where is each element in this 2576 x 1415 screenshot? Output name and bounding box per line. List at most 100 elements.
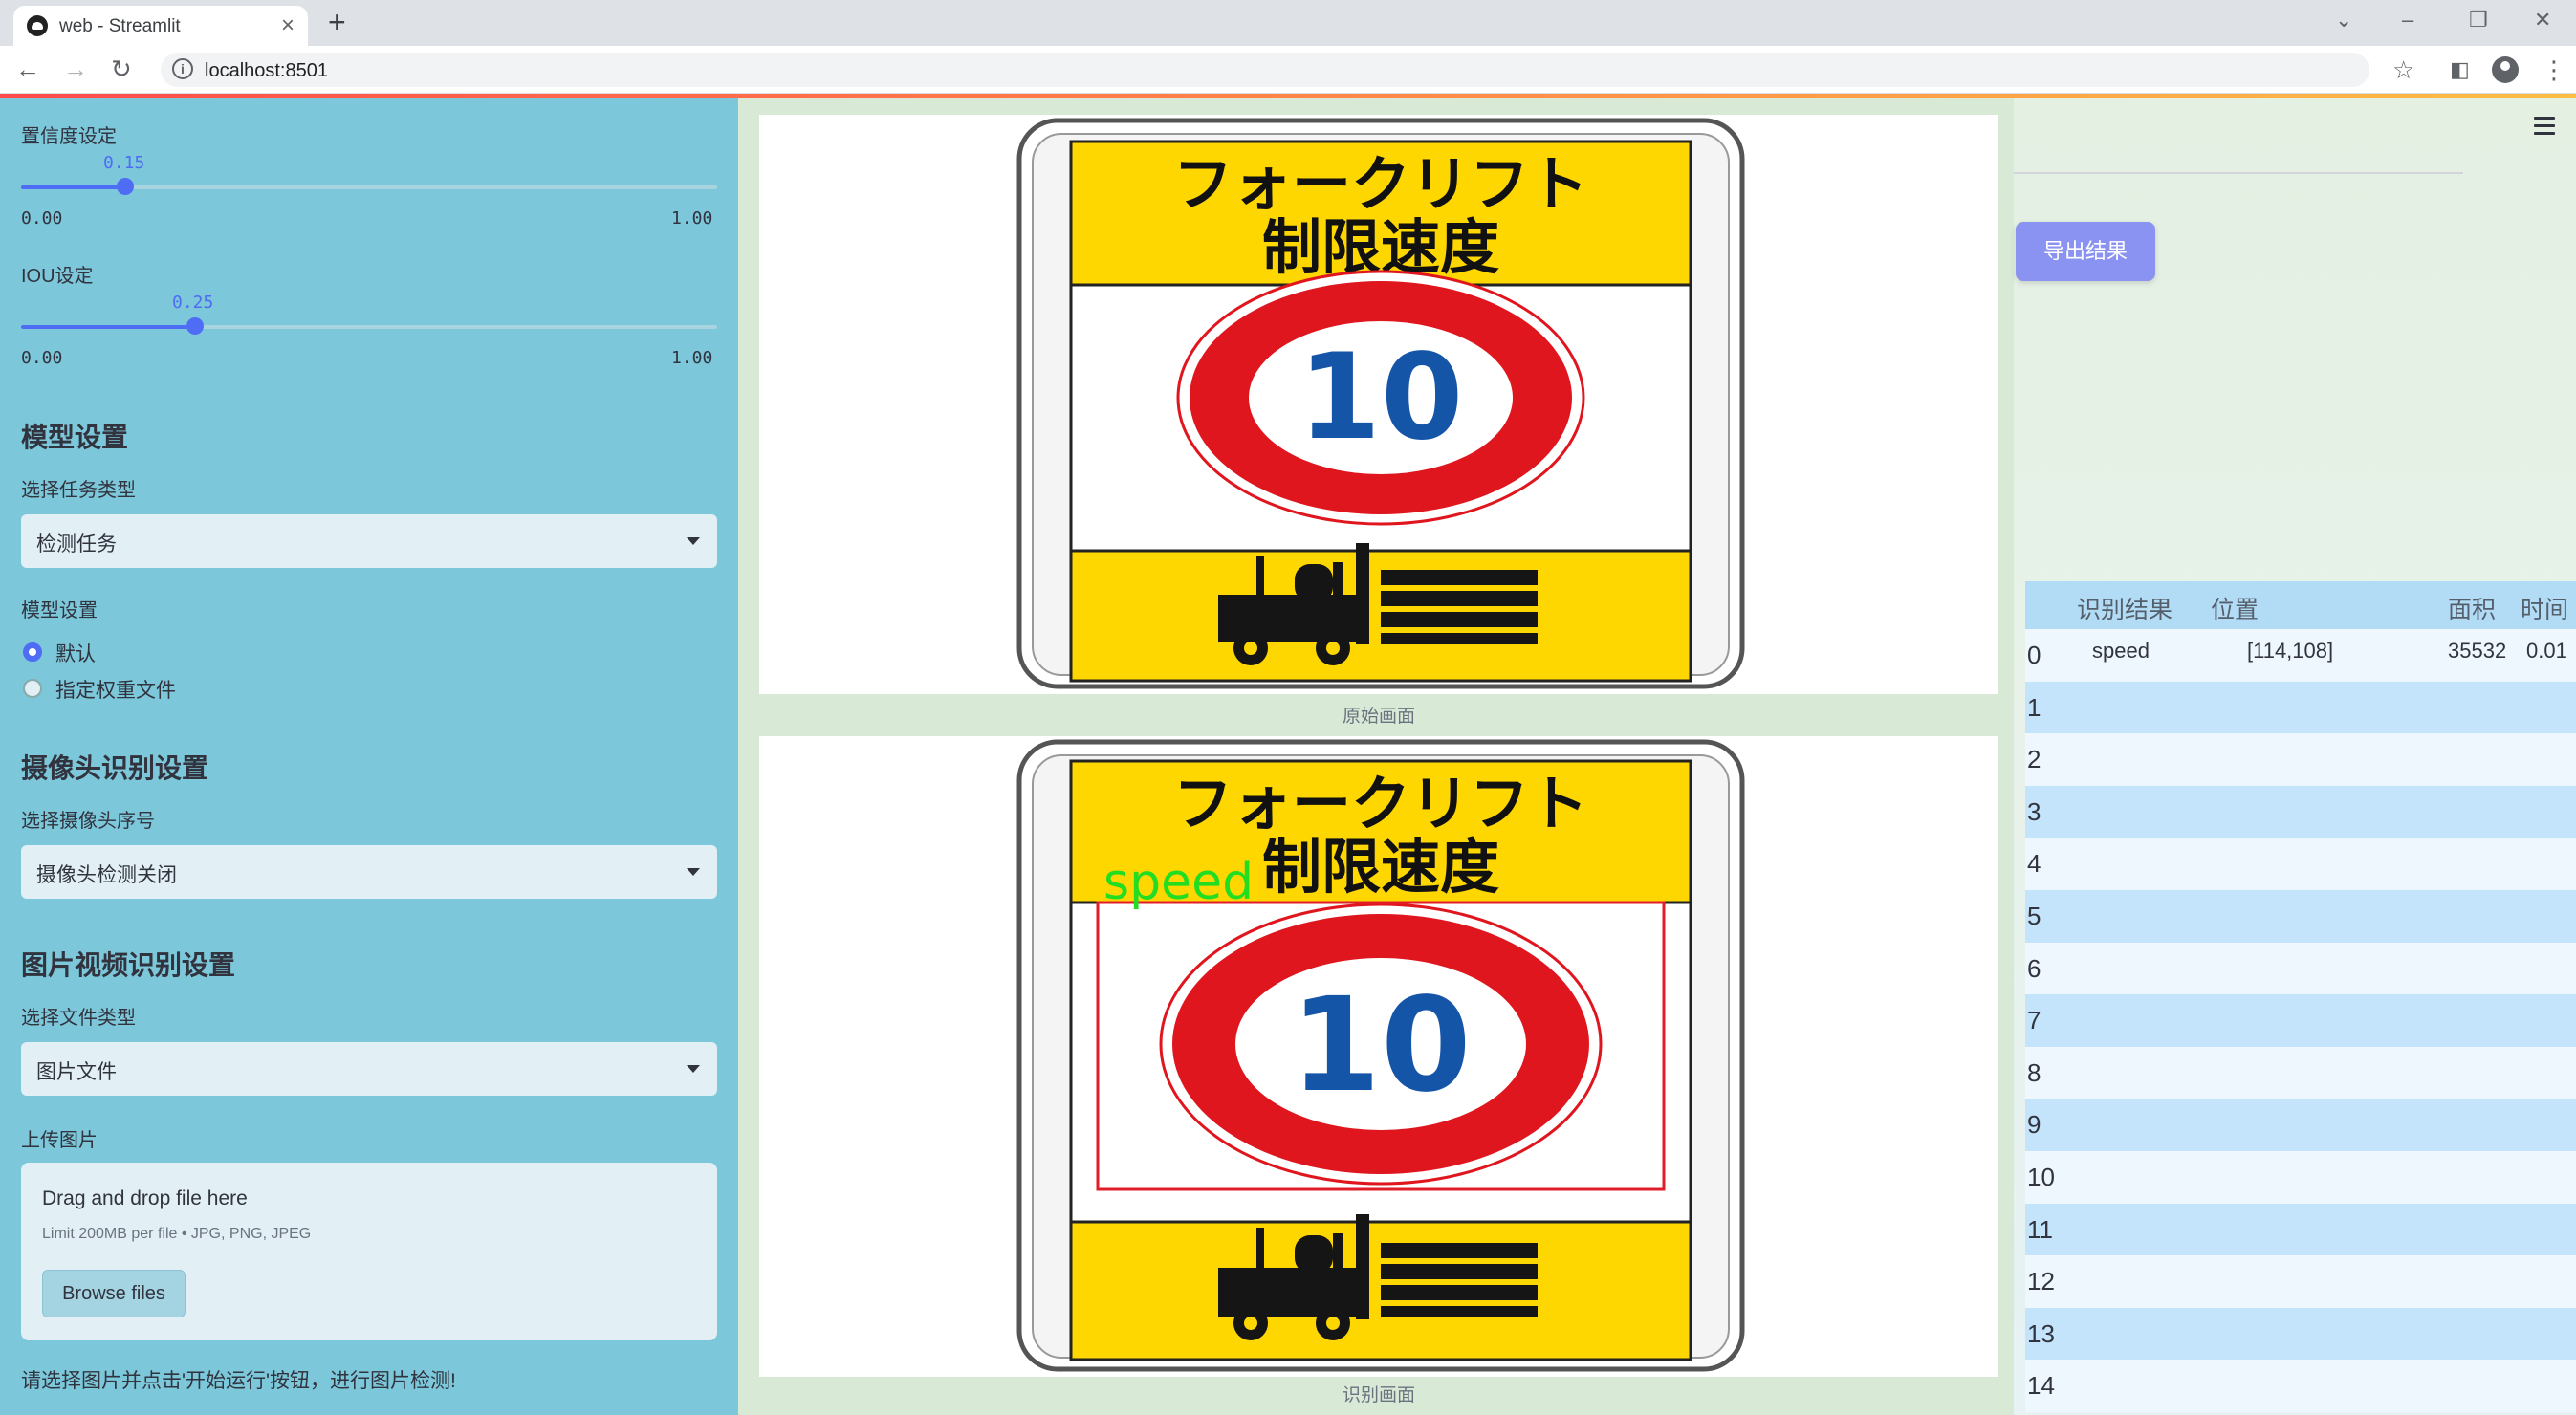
iou-slider[interactable] [21,317,717,335]
row-index: 14 [2027,1371,2055,1401]
chevron-down-icon [687,868,700,876]
tab-search-chevron-icon[interactable]: ⌄ [2335,8,2352,33]
address-bar[interactable]: i localhost:8501 [161,53,2369,87]
url-text[interactable]: localhost:8501 [205,60,328,82]
radio-custom-weights[interactable] [23,679,42,698]
cell-area: 35532 [2448,639,2507,663]
upload-label: 上传图片 [21,1130,98,1151]
sign-speed-number: 10 [1299,329,1464,467]
file-uploader-dropzone[interactable]: Drag and drop file here Limit 200MB per … [21,1163,717,1340]
table-header-row: 识别结果 位置 面积 时间 [2025,581,2576,629]
row-index: 13 [2027,1318,2055,1348]
camera-index-value: 摄像头检测关闭 [36,864,177,886]
radio-custom-weights-label[interactable]: 指定权重文件 [55,675,176,704]
row-index: 11 [2027,1214,2053,1244]
cell-time: 0.01 [2526,639,2567,663]
table-row[interactable]: 5 [2025,890,2576,943]
confidence-label: 置信度设定 [21,126,117,147]
radio-default[interactable] [23,642,42,662]
header-position[interactable]: 位置 [2211,591,2259,625]
table-row[interactable]: 10 [2025,1151,2576,1204]
header-area[interactable]: 面积 [2448,591,2496,625]
table-row[interactable]: 1 [2025,681,2576,734]
row-index: 0 [2027,641,2041,669]
file-settings-header: 图片视频识别设置 [21,950,236,980]
tab-title: web - Streamlit [59,16,181,36]
table-row[interactable]: 11 [2025,1203,2576,1256]
row-index: 7 [2027,1006,2041,1035]
reload-icon[interactable]: ↻ [111,54,132,84]
forward-icon[interactable]: → [63,54,88,84]
row-index: 5 [2027,902,2041,930]
table-row[interactable]: 14 [2025,1360,2576,1413]
new-tab-icon[interactable]: + [328,5,346,40]
confidence-slider[interactable] [21,178,717,195]
close-window-icon[interactable]: ✕ [2534,8,2551,33]
hamburger-menu-icon[interactable] [2534,117,2555,140]
table-row[interactable]: 6 [2025,942,2576,995]
table-row[interactable]: 3 [2025,785,2576,838]
restore-icon[interactable]: ❐ [2469,8,2488,33]
back-icon[interactable]: ← [15,54,40,84]
camera-index-label: 选择摄像头序号 [21,811,155,832]
table-row[interactable]: 0 speed [114,108] 35532 0.01 [2025,629,2576,682]
bookmark-star-icon[interactable]: ☆ [2392,55,2414,85]
sign-line1: フォークリフト [1173,149,1588,219]
result-sign-graphic: フォークリフト 制限速度 10 speed [1016,739,1745,1372]
chevron-down-icon [687,537,700,545]
table-row[interactable]: 13 [2025,1307,2576,1361]
task-type-value: 检测任务 [36,533,117,555]
table-row[interactable]: 12 [2025,1255,2576,1309]
confidence-value: 0.15 [103,153,145,173]
iou-value: 0.25 [172,293,214,313]
upload-dropzone-title: Drag and drop file here [42,1187,248,1209]
browse-files-button[interactable]: Browse files [42,1270,186,1317]
upload-limit-text: Limit 200MB per file • JPG, PNG, JPEG [42,1226,312,1242]
browser-tabbar: web - Streamlit × + ⌄ – ❐ ✕ [0,0,2576,46]
table-row[interactable]: 7 [2025,994,2576,1048]
confidence-min: 0.00 [21,208,63,229]
export-results-button[interactable]: 导出结果 [2016,222,2155,281]
confidence-slider-thumb[interactable] [117,178,135,195]
iou-label: IOU设定 [21,266,94,287]
confidence-slider-fill [21,185,126,189]
profile-avatar-icon[interactable] [2492,56,2519,83]
row-index: 4 [2027,849,2041,879]
camera-settings-header: 摄像头识别设置 [21,753,209,783]
confidence-max: 1.00 [671,208,713,229]
row-index: 6 [2027,953,2041,983]
task-type-select[interactable]: 检测任务 [21,514,717,568]
side-panel-icon[interactable]: ◧ [2450,57,2470,82]
divider [2014,172,2463,174]
file-type-label: 选择文件类型 [21,1008,136,1029]
iou-slider-fill [21,325,195,329]
camera-index-select[interactable]: 摄像头检测关闭 [21,845,717,899]
table-row[interactable]: 9 [2025,1099,2576,1152]
result-image-caption: 识别画面 [1342,1385,1415,1405]
table-row[interactable]: 8 [2025,1046,2576,1099]
iou-slider-thumb[interactable] [186,317,204,335]
site-info-icon[interactable]: i [172,58,193,79]
streamlit-favicon-icon [27,15,48,36]
file-type-select[interactable]: 图片文件 [21,1042,717,1096]
cell-position: [114,108] [2247,639,2334,663]
row-index: 9 [2027,1110,2041,1140]
result-sign-line1: フォークリフト [1173,769,1588,838]
header-result[interactable]: 识别结果 [2077,591,2172,625]
table-row[interactable]: 4 [2025,838,2576,891]
detection-label: speed [1103,854,1254,911]
table-row[interactable]: 2 [2025,733,2576,787]
row-index: 12 [2027,1267,2055,1296]
minimize-icon[interactable]: – [2402,8,2413,33]
result-sign-speed-number: 10 [1290,970,1471,1121]
cell-result: speed [2092,639,2150,663]
original-image-caption: 原始画面 [1342,707,1415,727]
tab-close-icon[interactable]: × [281,12,295,39]
browser-tab[interactable]: web - Streamlit × [13,6,308,46]
iou-min: 0.00 [21,348,63,368]
radio-default-label[interactable]: 默认 [55,639,96,667]
row-index: 8 [2027,1057,2041,1087]
chevron-down-icon [687,1065,700,1073]
browser-menu-icon[interactable]: ⋮ [2542,55,2566,85]
header-time[interactable]: 时间 [2521,591,2568,625]
